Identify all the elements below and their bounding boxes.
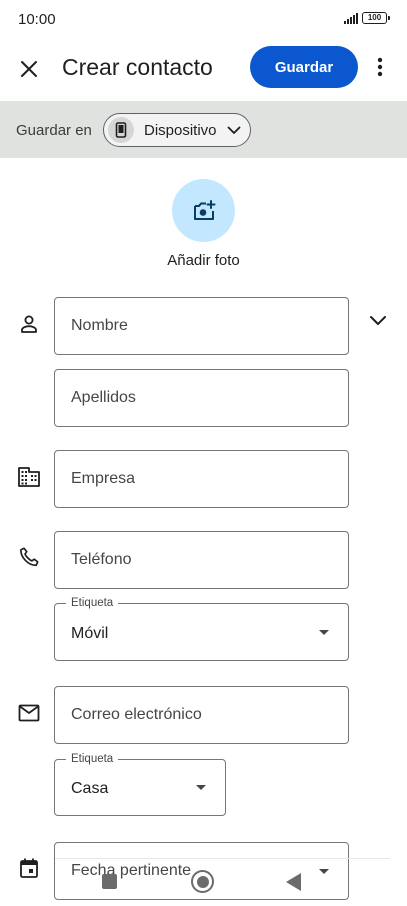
email-label-select[interactable]: Etiqueta Casa bbox=[54, 752, 226, 816]
status-indicators: 100 bbox=[344, 12, 390, 24]
more-options-button[interactable] bbox=[368, 52, 392, 82]
system-nav-bar bbox=[0, 858, 407, 906]
back-button[interactable] bbox=[286, 873, 301, 891]
company-placeholder: Empresa bbox=[71, 470, 136, 487]
phone-placeholder: Teléfono bbox=[71, 551, 132, 568]
last-name-field[interactable]: Apellidos bbox=[54, 369, 349, 427]
first-name-placeholder: Nombre bbox=[71, 317, 128, 334]
chevron-down-icon bbox=[227, 126, 241, 135]
person-icon bbox=[16, 311, 42, 337]
add-photo-icon bbox=[193, 199, 215, 220]
home-button[interactable] bbox=[191, 870, 214, 893]
dropdown-arrow-icon bbox=[196, 785, 206, 790]
business-icon bbox=[16, 464, 42, 490]
account-chip-label: Dispositivo bbox=[144, 121, 217, 139]
phone-label-value: Móvil bbox=[71, 625, 109, 642]
add-photo-label: Añadir foto bbox=[167, 252, 240, 269]
email-placeholder: Correo electrónico bbox=[71, 706, 202, 723]
phone-label-select[interactable]: Etiqueta Móvil bbox=[54, 596, 349, 661]
email-field[interactable]: Correo electrónico bbox=[54, 686, 349, 744]
account-chip[interactable]: Dispositivo bbox=[103, 113, 251, 147]
app-bar: Crear contacto Guardar bbox=[0, 40, 407, 100]
expand-name-button[interactable] bbox=[364, 306, 392, 334]
status-time: 10:00 bbox=[18, 11, 56, 28]
mail-icon bbox=[16, 700, 42, 726]
phone-label-legend: Etiqueta bbox=[66, 596, 119, 610]
chevron-down-icon bbox=[370, 315, 386, 325]
battery-icon: 100 bbox=[362, 12, 390, 24]
close-icon bbox=[21, 61, 37, 77]
phone-icon bbox=[108, 117, 134, 143]
recents-button[interactable] bbox=[102, 874, 117, 889]
save-in-label: Guardar en bbox=[16, 122, 92, 139]
nav-divider bbox=[55, 858, 390, 859]
more-vert-icon bbox=[377, 57, 383, 77]
signal-icon bbox=[344, 12, 358, 24]
first-name-field[interactable]: Nombre bbox=[54, 297, 349, 355]
save-in-bar: Guardar en Dispositivo bbox=[0, 101, 407, 158]
dropdown-arrow-icon bbox=[319, 630, 329, 635]
home-icon bbox=[196, 875, 209, 888]
email-label-value: Casa bbox=[71, 780, 109, 797]
last-name-placeholder: Apellidos bbox=[71, 389, 136, 406]
close-button[interactable] bbox=[14, 54, 44, 84]
save-button[interactable]: Guardar bbox=[250, 46, 358, 88]
page-title: Crear contacto bbox=[62, 54, 213, 80]
email-label-legend: Etiqueta bbox=[66, 752, 119, 766]
status-bar: 10:00 100 bbox=[0, 0, 407, 40]
phone-call-icon bbox=[16, 544, 42, 570]
phone-field[interactable]: Teléfono bbox=[54, 531, 349, 589]
add-photo-button[interactable] bbox=[172, 179, 235, 242]
company-field[interactable]: Empresa bbox=[54, 450, 349, 508]
